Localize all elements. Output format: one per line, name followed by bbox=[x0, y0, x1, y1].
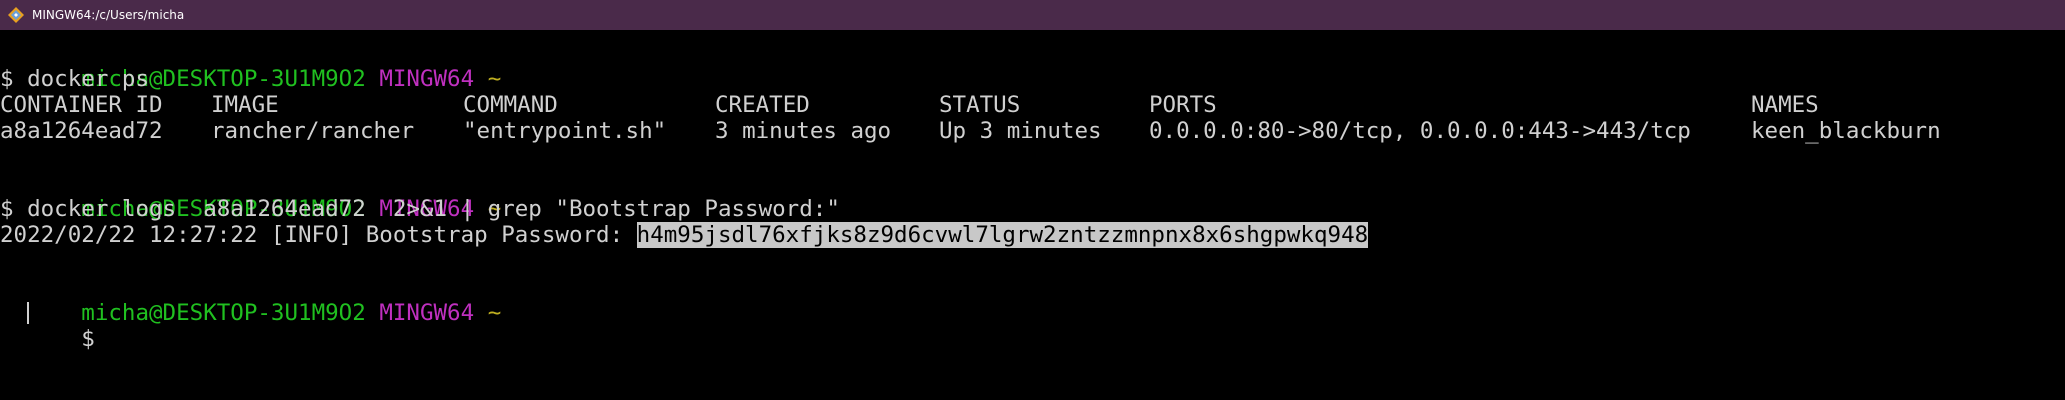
bootstrap-password-selection[interactable]: h4m95jsdl76xfjks8z9d6cvwl7lgrw2zntzzmnpn… bbox=[636, 222, 1369, 248]
cell-ports: 0.0.0.0:80->80/tcp, 0.0.0.0:443->443/tcp bbox=[1149, 118, 1691, 144]
terminal-window: MINGW64:/c/Users/micha micha@DESKTOP-3U1… bbox=[0, 0, 2065, 400]
prompt-path: ~ bbox=[487, 300, 502, 326]
header-image: IMAGE bbox=[211, 92, 279, 118]
prompt-line: micha@DESKTOP-3U1M9O2 MINGW64 ~ bbox=[0, 170, 501, 222]
terminal-output[interactable]: micha@DESKTOP-3U1M9O2 MINGW64 ~ $ docker… bbox=[0, 30, 2065, 400]
cell-command: "entrypoint.sh" bbox=[463, 118, 667, 144]
log-output-prefix: 2022/02/22 12:27:22 [INFO] Bootstrap Pas… bbox=[0, 222, 637, 248]
header-names: NAMES bbox=[1751, 92, 1819, 118]
cell-image: rancher/rancher bbox=[211, 118, 415, 144]
prompt-line: micha@DESKTOP-3U1M9O2 MINGW64 ~ bbox=[0, 40, 501, 92]
header-created: CREATED bbox=[715, 92, 810, 118]
cell-names: keen_blackburn bbox=[1751, 118, 1941, 144]
command-line: $ docker ps bbox=[0, 66, 150, 92]
prompt-env: MINGW64 bbox=[379, 66, 475, 92]
prompt-user-host: micha@DESKTOP-3U1M9O2 bbox=[81, 300, 366, 326]
header-status: STATUS bbox=[939, 92, 1021, 118]
cell-container-id: a8a1264ead72 bbox=[0, 118, 163, 144]
text-cursor bbox=[27, 302, 29, 324]
window-title: MINGW64:/c/Users/micha bbox=[32, 8, 185, 22]
cell-status: Up 3 minutes bbox=[939, 118, 1102, 144]
title-bar[interactable]: MINGW64:/c/Users/micha bbox=[0, 0, 2065, 30]
log-output-line: 2022/02/22 12:27:22 [INFO] Bootstrap Pas… bbox=[0, 222, 1369, 248]
table-row: a8a1264ead72 rancher/rancher "entrypoint… bbox=[0, 118, 2065, 144]
header-container-id: CONTAINER ID bbox=[0, 92, 163, 118]
command-line: $ docker logs a8a1264ead72 2>&1 | grep "… bbox=[0, 196, 840, 222]
cell-created: 3 minutes ago bbox=[715, 118, 892, 144]
prompt-symbol: $ bbox=[81, 326, 109, 352]
mingw-terminal-icon bbox=[8, 7, 24, 23]
prompt-line: micha@DESKTOP-3U1M9O2 MINGW64 ~ bbox=[0, 274, 501, 326]
header-command: COMMAND bbox=[463, 92, 558, 118]
table-header: CONTAINER ID IMAGE COMMAND CREATED STATU… bbox=[0, 92, 2065, 118]
prompt-env: MINGW64 bbox=[379, 300, 475, 326]
input-line[interactable]: $ bbox=[0, 300, 100, 352]
header-ports: PORTS bbox=[1149, 92, 1217, 118]
prompt-path: ~ bbox=[487, 66, 502, 92]
